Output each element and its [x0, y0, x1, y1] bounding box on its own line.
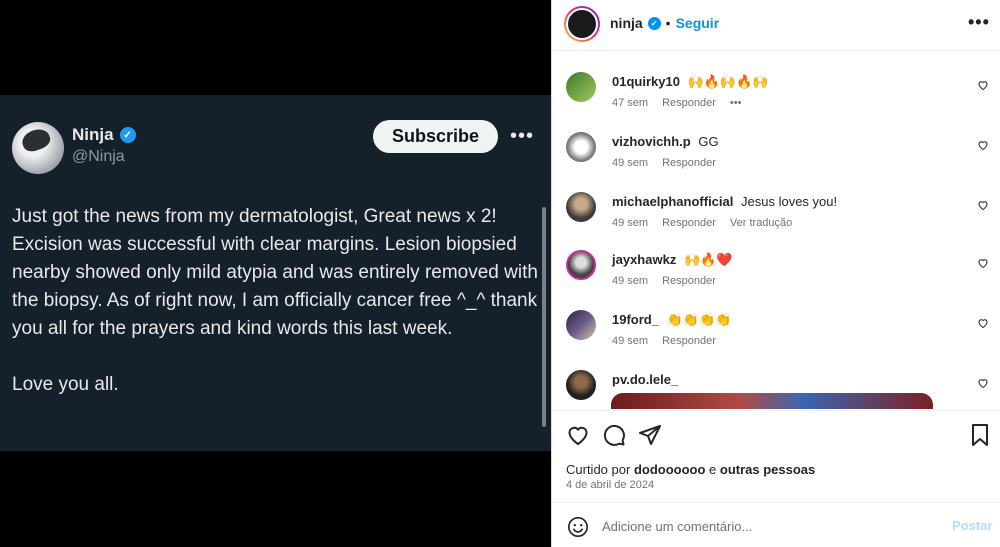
author-avatar[interactable]	[564, 6, 600, 42]
comment-username[interactable]: 01quirky10	[612, 74, 680, 89]
post-actions: Curtido por dodoooooo e outras pessoas 4…	[552, 410, 1000, 502]
tweet-text: Just got the news from my dermatologist,…	[12, 203, 542, 399]
author-username[interactable]: ninja	[610, 15, 643, 31]
tweet-author: Ninja ✓	[72, 125, 136, 145]
tweet-paragraph: Love you all.	[12, 374, 119, 395]
tweet-more-icon: •••	[510, 125, 535, 147]
comment-avatar[interactable]	[566, 192, 596, 222]
liked-and: e	[709, 462, 717, 477]
verified-badge-icon: ✓	[647, 16, 661, 30]
add-comment-bar: Postar	[552, 502, 1000, 547]
comment-text: 👏👏👏👏	[666, 312, 732, 327]
comments-list[interactable]: 01quirky10 🙌🔥🙌🔥🙌 47 sem Responder ••• vi…	[552, 52, 1000, 409]
reply-button[interactable]: Responder	[662, 335, 716, 347]
heart-icon[interactable]	[977, 257, 989, 269]
comment-meta: 49 sem Responder	[612, 335, 716, 347]
post-media: Ninja ✓ @Ninja Subscribe ••• Just got th…	[0, 0, 551, 547]
heart-icon[interactable]	[977, 79, 989, 91]
comment-avatar[interactable]	[566, 250, 596, 280]
liked-by-user[interactable]: dodoooooo	[634, 462, 705, 477]
tweet-avatar	[12, 122, 64, 174]
comment-item: vizhovichh.p GG 49 sem Responder	[552, 132, 1000, 192]
tweet-card: Ninja ✓ @Ninja Subscribe ••• Just got th…	[0, 95, 551, 451]
comment-time: 47 sem	[612, 97, 649, 109]
post-header: ninja ✓ • Seguir •••	[552, 0, 1000, 51]
comment-bubble-icon[interactable]	[602, 423, 626, 447]
reply-button[interactable]: Responder	[662, 275, 716, 287]
comment-time: 49 sem	[612, 335, 649, 347]
comment-avatar[interactable]	[566, 370, 596, 400]
emoji-icon[interactable]	[567, 516, 589, 538]
comment-avatar[interactable]	[566, 132, 596, 162]
follow-button[interactable]: Seguir	[676, 15, 720, 31]
author-line: ninja ✓ • Seguir	[610, 15, 719, 31]
heart-icon[interactable]	[977, 317, 989, 329]
save-bookmark-icon[interactable]	[968, 423, 992, 447]
comment-username[interactable]: 19ford_	[612, 312, 659, 327]
separator-dot: •	[665, 15, 671, 31]
comment-image-preview[interactable]	[611, 393, 933, 409]
comment-meta: 47 sem Responder •••	[612, 97, 741, 109]
comment-text-line: 19ford_ 👏👏👏👏	[612, 312, 731, 328]
comment-text-line: pv.do.lele_	[612, 372, 682, 387]
comment-avatar[interactable]	[566, 72, 596, 102]
comment-meta: 49 sem Responder	[612, 275, 716, 287]
comment-time: 49 sem	[612, 275, 649, 287]
translate-link[interactable]: Ver tradução	[730, 217, 792, 229]
comment-avatar[interactable]	[566, 310, 596, 340]
tweet-author-name: Ninja	[72, 125, 114, 144]
heart-icon[interactable]	[977, 199, 989, 211]
comment-username[interactable]: michaelphanofficial	[612, 194, 733, 209]
comment-item: 19ford_ 👏👏👏👏 49 sem Responder	[552, 310, 1000, 370]
comment-text-line: 01quirky10 🙌🔥🙌🔥🙌	[612, 74, 769, 90]
share-send-icon[interactable]	[638, 423, 662, 447]
comment-text-line: jayxhawkz 🙌🔥❤️	[612, 252, 733, 268]
tweet-handle: @Ninja	[72, 148, 125, 165]
comment-username[interactable]: pv.do.lele_	[612, 372, 678, 387]
comment-text: GG	[698, 134, 719, 149]
comment-text: 🙌🔥🙌🔥🙌	[687, 74, 769, 89]
post-comment-button[interactable]: Postar	[952, 518, 992, 533]
more-options-icon[interactable]: •••	[968, 12, 990, 33]
tweet-subscribe-button: Subscribe	[373, 120, 498, 153]
comment-meta: 49 sem Responder	[612, 157, 716, 169]
comment-input[interactable]	[602, 514, 932, 538]
like-heart-icon[interactable]	[566, 423, 590, 447]
comment-text-line: vizhovichh.p GG	[612, 134, 719, 149]
comment-meta: 49 sem Responder Ver tradução	[612, 217, 792, 229]
post-panel: ninja ✓ • Seguir ••• 01quirky10 🙌🔥🙌🔥🙌 47…	[551, 0, 1000, 547]
reply-button[interactable]: Responder	[662, 157, 716, 169]
heart-icon[interactable]	[977, 139, 989, 151]
likes-summary: Curtido por dodoooooo e outras pessoas	[566, 462, 815, 477]
tweet-paragraph: Just got the news from my dermatologist,…	[12, 206, 538, 339]
heart-icon[interactable]	[977, 377, 989, 389]
comment-text: Jesus loves you!	[741, 194, 838, 209]
comment-text: 🙌🔥❤️	[683, 252, 733, 267]
comment-item: michaelphanofficial Jesus loves you! 49 …	[552, 192, 1000, 252]
liked-others[interactable]: outras pessoas	[720, 462, 815, 477]
comment-username[interactable]: vizhovichh.p	[612, 134, 691, 149]
comment-text-line: michaelphanofficial Jesus loves you!	[612, 194, 837, 209]
comment-options-icon[interactable]: •••	[730, 97, 742, 109]
comment-item: 01quirky10 🙌🔥🙌🔥🙌 47 sem Responder •••	[552, 72, 1000, 132]
verified-badge-icon: ✓	[119, 127, 136, 143]
comment-time: 49 sem	[612, 217, 649, 229]
post-date: 4 de abril de 2024	[566, 479, 655, 491]
reply-button[interactable]: Responder	[662, 97, 716, 109]
liked-by-prefix: Curtido por	[566, 462, 631, 477]
comment-item: jayxhawkz 🙌🔥❤️ 49 sem Responder	[552, 250, 1000, 310]
comment-time: 49 sem	[612, 157, 649, 169]
media-scrollbar[interactable]	[542, 207, 546, 427]
comment-username[interactable]: jayxhawkz	[612, 252, 676, 267]
reply-button[interactable]: Responder	[662, 217, 716, 229]
